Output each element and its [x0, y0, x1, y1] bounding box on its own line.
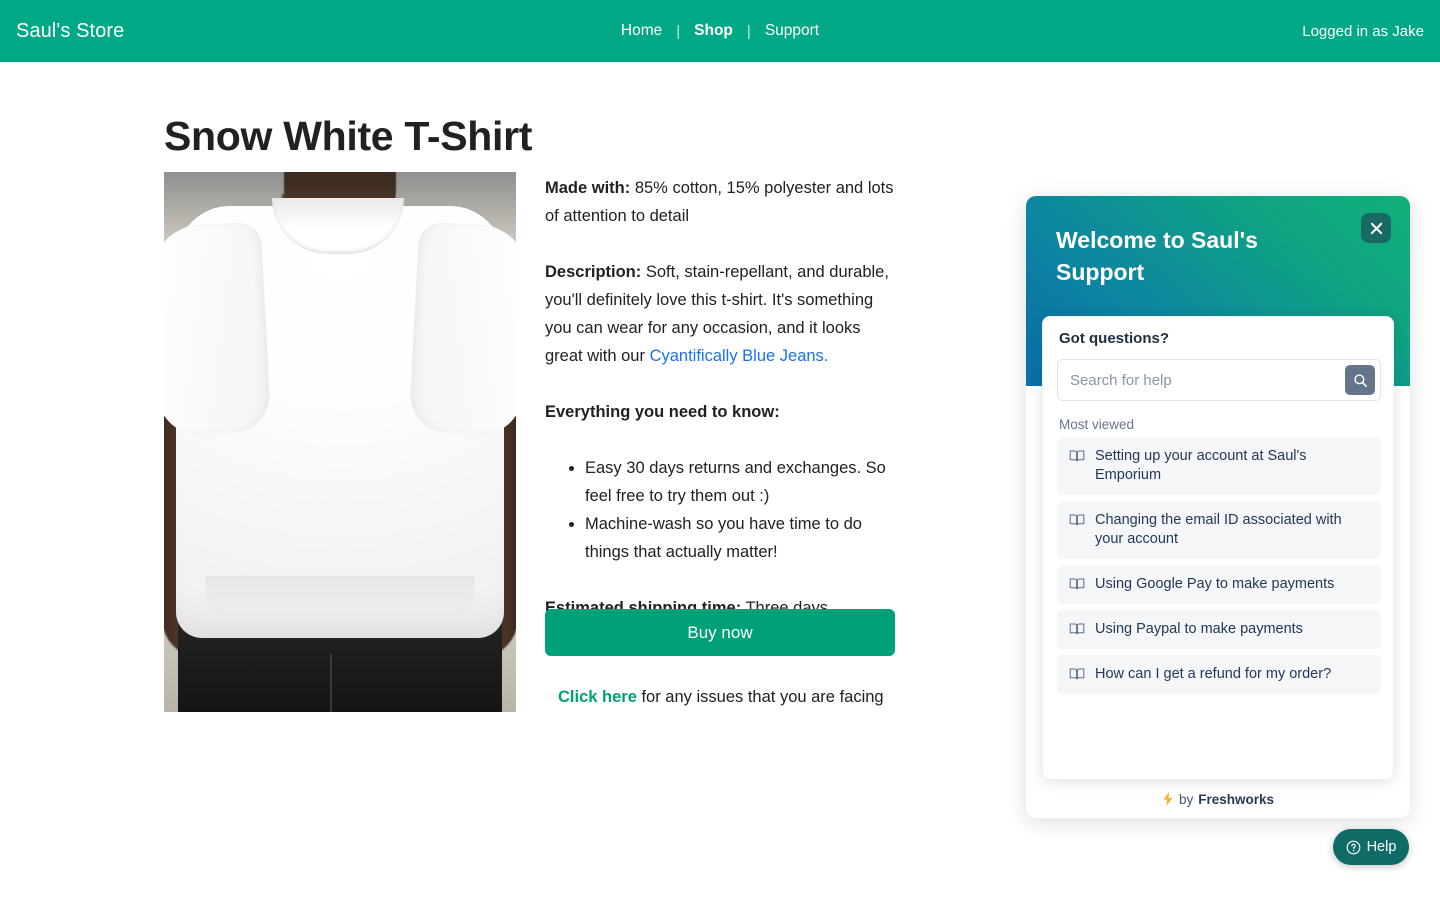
book-icon [1069, 578, 1085, 590]
footer-brand: Freshworks [1198, 791, 1275, 807]
article-list: Setting up your account at Saul's Empori… [1057, 437, 1381, 700]
top-navigation-bar: Saul's Store Home | Shop | Support Logge… [0, 0, 1440, 62]
question-mark-circle-icon [1346, 840, 1360, 854]
product-image [164, 172, 516, 712]
made-with-paragraph: Made with: 85% cotton, 15% polyester and… [545, 174, 897, 230]
search-icon [1353, 373, 1367, 387]
pants-seam [330, 654, 332, 712]
close-icon [1370, 222, 1382, 234]
buy-now-button[interactable]: Buy now [545, 609, 895, 656]
support-search-card: Got questions? Most viewed Setting up yo… [1042, 316, 1394, 780]
list-item: Machine-wash so you have time to do thin… [585, 510, 897, 566]
description-label: Description: [545, 263, 642, 281]
nav-link-home[interactable]: Home [607, 22, 676, 40]
support-widget-footer: by Freshworks [1026, 780, 1410, 818]
nav-link-support[interactable]: Support [751, 22, 833, 40]
close-widget-button[interactable] [1361, 213, 1391, 243]
article-title: Using Paypal to make payments [1095, 621, 1303, 637]
product-details: Made with: 85% cotton, 15% polyester and… [545, 174, 897, 622]
tshirt-hem [206, 576, 474, 622]
everything-label-text: Everything you need to know: [545, 403, 780, 421]
article-title: Using Google Pay to make payments [1095, 576, 1335, 592]
list-item[interactable]: Changing the email ID associated with yo… [1057, 501, 1381, 559]
page-title: Snow White T-Shirt [164, 113, 533, 160]
description-paragraph: Description: Soft, stain-repellant, and … [545, 258, 897, 370]
search-input[interactable] [1058, 360, 1345, 400]
book-icon [1069, 668, 1085, 680]
list-item[interactable]: Using Paypal to make payments [1057, 610, 1381, 649]
book-icon [1069, 450, 1085, 462]
main-nav-links: Home | Shop | Support [0, 22, 1440, 40]
help-launcher-button[interactable]: Help [1333, 829, 1409, 865]
tshirt-sleeve-left [164, 221, 272, 437]
everything-label: Everything you need to know: [545, 398, 897, 426]
article-title: Changing the email ID associated with yo… [1095, 512, 1342, 547]
product-bullet-list: Easy 30 days returns and exchanges. So f… [545, 454, 897, 566]
list-item[interactable]: Setting up your account at Saul's Empori… [1057, 437, 1381, 495]
support-widget: Welcome to Saul's Support Got questions?… [1026, 196, 1410, 818]
lightning-bolt-icon [1163, 792, 1173, 806]
list-item[interactable]: How can I get a refund for my order? [1057, 655, 1381, 694]
most-viewed-label: Most viewed [1059, 417, 1135, 432]
blue-jeans-link[interactable]: Cyantifically Blue Jeans. [650, 347, 829, 365]
list-item: Easy 30 days returns and exchanges. So f… [585, 454, 897, 510]
got-questions-heading: Got questions? [1059, 330, 1169, 347]
login-status: Logged in as Jake [1302, 22, 1424, 40]
book-icon [1069, 514, 1085, 526]
tshirt-sleeve-right [408, 221, 516, 437]
search-submit-button[interactable] [1345, 365, 1375, 395]
article-title: Setting up your account at Saul's Empori… [1095, 448, 1307, 483]
issues-text: for any issues that you are facing [636, 688, 884, 706]
support-widget-title: Welcome to Saul's Support [1056, 227, 1258, 285]
article-title: How can I get a refund for my order? [1095, 666, 1332, 682]
search-box [1057, 359, 1381, 401]
click-here-link[interactable]: Click here [558, 688, 637, 706]
list-item[interactable]: Using Google Pay to make payments [1057, 565, 1381, 604]
footer-by-text: by [1178, 791, 1194, 807]
support-issues-line: Click here for any issues that you are f… [558, 688, 884, 707]
nav-link-shop[interactable]: Shop [680, 22, 747, 40]
book-icon [1069, 623, 1085, 635]
made-with-label: Made with: [545, 179, 631, 197]
help-launcher-label: Help [1366, 839, 1397, 855]
